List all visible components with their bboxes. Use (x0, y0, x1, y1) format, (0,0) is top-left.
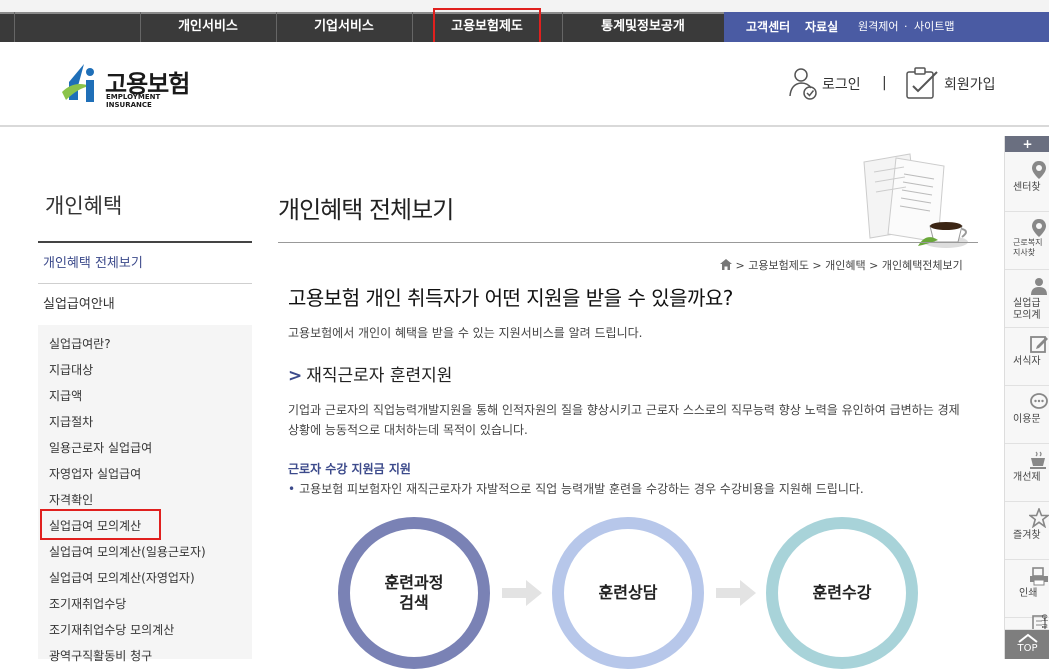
section-paragraph: 기업과 근로자의 직업능력개발지원을 통해 인적자원의 질을 향상시키고 근로자… (288, 403, 960, 437)
home-icon[interactable] (720, 259, 732, 270)
step-label: 훈련수강 (812, 583, 872, 602)
page-title: 개인혜택 전체보기 (278, 196, 454, 224)
main-headline: 고용보험 개인 취득자가 어떤 지원을 받을 수 있을까요? (288, 286, 733, 310)
nav-personal-services[interactable]: 개인서비스 (140, 12, 276, 42)
signup-label: 회원가입 (944, 77, 996, 93)
user-check-icon (789, 68, 817, 100)
sidebar-item-overview[interactable]: 개인혜택 전체보기 (38, 244, 252, 284)
nav-customer-center[interactable]: 고객센터 (746, 12, 790, 42)
quick-item-label: 오류 신 (1041, 614, 1049, 630)
user-icon (1031, 278, 1047, 295)
intro-text: 고용보험에서 개인이 혜택을 받을 수 있는 지원서비스를 알려 드립니다. (288, 326, 643, 340)
step-circle-consult[interactable]: 훈련상담 (552, 517, 704, 669)
step-circle-search[interactable]: 훈련과정 검색 (338, 517, 490, 669)
quick-item-label: 개선제 (1013, 472, 1041, 483)
step-label: 훈련과정 검색 (384, 573, 444, 612)
sidebar-item-unemployment[interactable]: 실업급여안내 (38, 285, 252, 325)
submenu-item[interactable]: 조기재취업수당 (49, 595, 126, 612)
site-logo[interactable]: 고용보험 EMPLOYMENT INSURANCE (60, 62, 200, 109)
step-label: 훈련상담 (598, 583, 658, 602)
nav-remote-control[interactable]: 원격제어 (858, 12, 898, 42)
map-pin-icon (1032, 219, 1046, 237)
logo-mark-icon (62, 64, 94, 102)
section-heading-text: 재직근로자 훈련지원 (306, 366, 453, 386)
quick-item-inquiry[interactable]: 이용문 (1005, 386, 1049, 444)
nav-statistics[interactable]: 통계및정보공개 (562, 12, 724, 42)
breadcrumb: > 고용보험제도 > 개인혜택 > 개인혜택전체보기 (720, 257, 963, 273)
quick-item-label: 즐겨찾 (1013, 530, 1041, 541)
chat-bubble-icon (1030, 393, 1048, 409)
submenu-item[interactable]: 일용근로자 실업급여 (49, 439, 152, 456)
bullet-dot: • (288, 482, 296, 496)
section-heading: > 재직근로자 훈련지원 (288, 361, 452, 386)
sidebar-submenu: 실업급여란? 지급대상 지급액 지급절차 일용근로자 실업급여 자영업자 실업급… (38, 325, 252, 663)
cup-icon (1030, 451, 1046, 469)
quick-menu: + 센터찾 근로복지 지사찾 실업급 모의계 서식자 이용문 개선제 즐겨찾 인… (1004, 136, 1049, 659)
map-pin-icon (1032, 161, 1046, 179)
quick-item-favorites[interactable]: 즐겨찾 (1005, 502, 1049, 560)
step-circle-attend[interactable]: 훈련수강 (766, 517, 918, 669)
title-divider (278, 242, 978, 243)
quick-item-simulator[interactable]: 실업급 모의계 (1005, 270, 1049, 328)
scroll-top-button[interactable]: TOP (1005, 630, 1049, 659)
submenu-item[interactable]: 광역구직활동비 청구 (49, 647, 152, 664)
submenu-highlight-box (40, 509, 161, 540)
submenu-item[interactable]: 실업급여 모의계산(일용근로자) (49, 543, 206, 560)
submenu-item[interactable]: 조기재취업수당 모의계산 (49, 621, 174, 638)
submenu-item[interactable]: 지급액 (49, 387, 82, 404)
quick-item-label: 이용문 (1013, 414, 1041, 425)
quick-item-forms[interactable]: 서식자 (1005, 328, 1049, 386)
submenu-item[interactable]: 자격확인 (49, 491, 93, 508)
quick-item-label: 실업급 모의계 (1013, 298, 1041, 321)
logo-subtext: EMPLOYMENT INSURANCE (106, 93, 161, 109)
arrow-right-icon (716, 580, 756, 606)
login-label: 로그인 (822, 77, 861, 93)
sidebar-title: 개인혜택 (45, 194, 123, 218)
scroll-top-label: TOP (1017, 643, 1038, 654)
quick-item-label: 센터찾 (1013, 182, 1041, 193)
sidebar-divider (38, 241, 252, 243)
arrow-right-icon (502, 580, 542, 606)
submenu-item[interactable]: 실업급여란? (49, 335, 111, 352)
quick-item-center[interactable]: 센터찾 (1005, 154, 1049, 212)
quick-item-label: 서식자 (1013, 356, 1041, 367)
nav-resources[interactable]: 자료실 (805, 12, 838, 42)
site-header: 고용보험 EMPLOYMENT INSURANCE 로그인 | 회원가입 (0, 42, 1049, 127)
quick-menu-toggle[interactable]: + (1005, 136, 1049, 152)
clipboard-check-icon (906, 67, 938, 99)
top-navigation: 개인서비스 기업서비스 고용보험제도 통계및정보공개 고객센터 자료실 원격제어… (0, 0, 1049, 51)
nav-sitemap[interactable]: 사이트맵 (914, 12, 954, 42)
documents-coffee-illustration (863, 153, 968, 248)
quick-item-branch[interactable]: 근로복지 지사찾 (1005, 212, 1049, 270)
breadcrumb-path[interactable]: > 고용보험제도 > 개인혜택 > 개인혜택전체보기 (736, 259, 963, 272)
quick-item-label: 인쇄 (1019, 588, 1038, 599)
bullet-item: • 고용보험 피보험자인 재직근로자가 자발적으로 직업 능력개발 훈련을 수강하… (288, 480, 864, 497)
star-icon (1029, 508, 1049, 528)
bullet-text: 고용보험 피보험자인 재직근로자가 자발적으로 직업 능력개발 훈련을 수강하는… (299, 482, 864, 496)
quick-item-label: 근로복지 지사찾 (1013, 238, 1043, 257)
submenu-item[interactable]: 지급대상 (49, 361, 93, 378)
nav-business-services[interactable]: 기업서비스 (276, 12, 412, 42)
chevron-right-icon: > (288, 366, 303, 386)
sub-heading: 근로자 수강 지원금 지원 (288, 462, 411, 476)
nav-dot: · (904, 20, 908, 33)
submenu-item[interactable]: 실업급여 모의계산(자영업자) (49, 569, 195, 586)
edit-icon (1030, 336, 1048, 353)
quick-item-error-report[interactable]: 오류 신 (1005, 608, 1049, 630)
quick-item-suggestion[interactable]: 개선제 (1005, 444, 1049, 502)
chevron-up-icon (1017, 633, 1038, 643)
submenu-item[interactable]: 자영업자 실업급여 (49, 465, 141, 482)
printer-icon (1030, 567, 1048, 586)
submenu-item[interactable]: 지급절차 (49, 413, 93, 430)
header-separator: | (882, 75, 887, 91)
